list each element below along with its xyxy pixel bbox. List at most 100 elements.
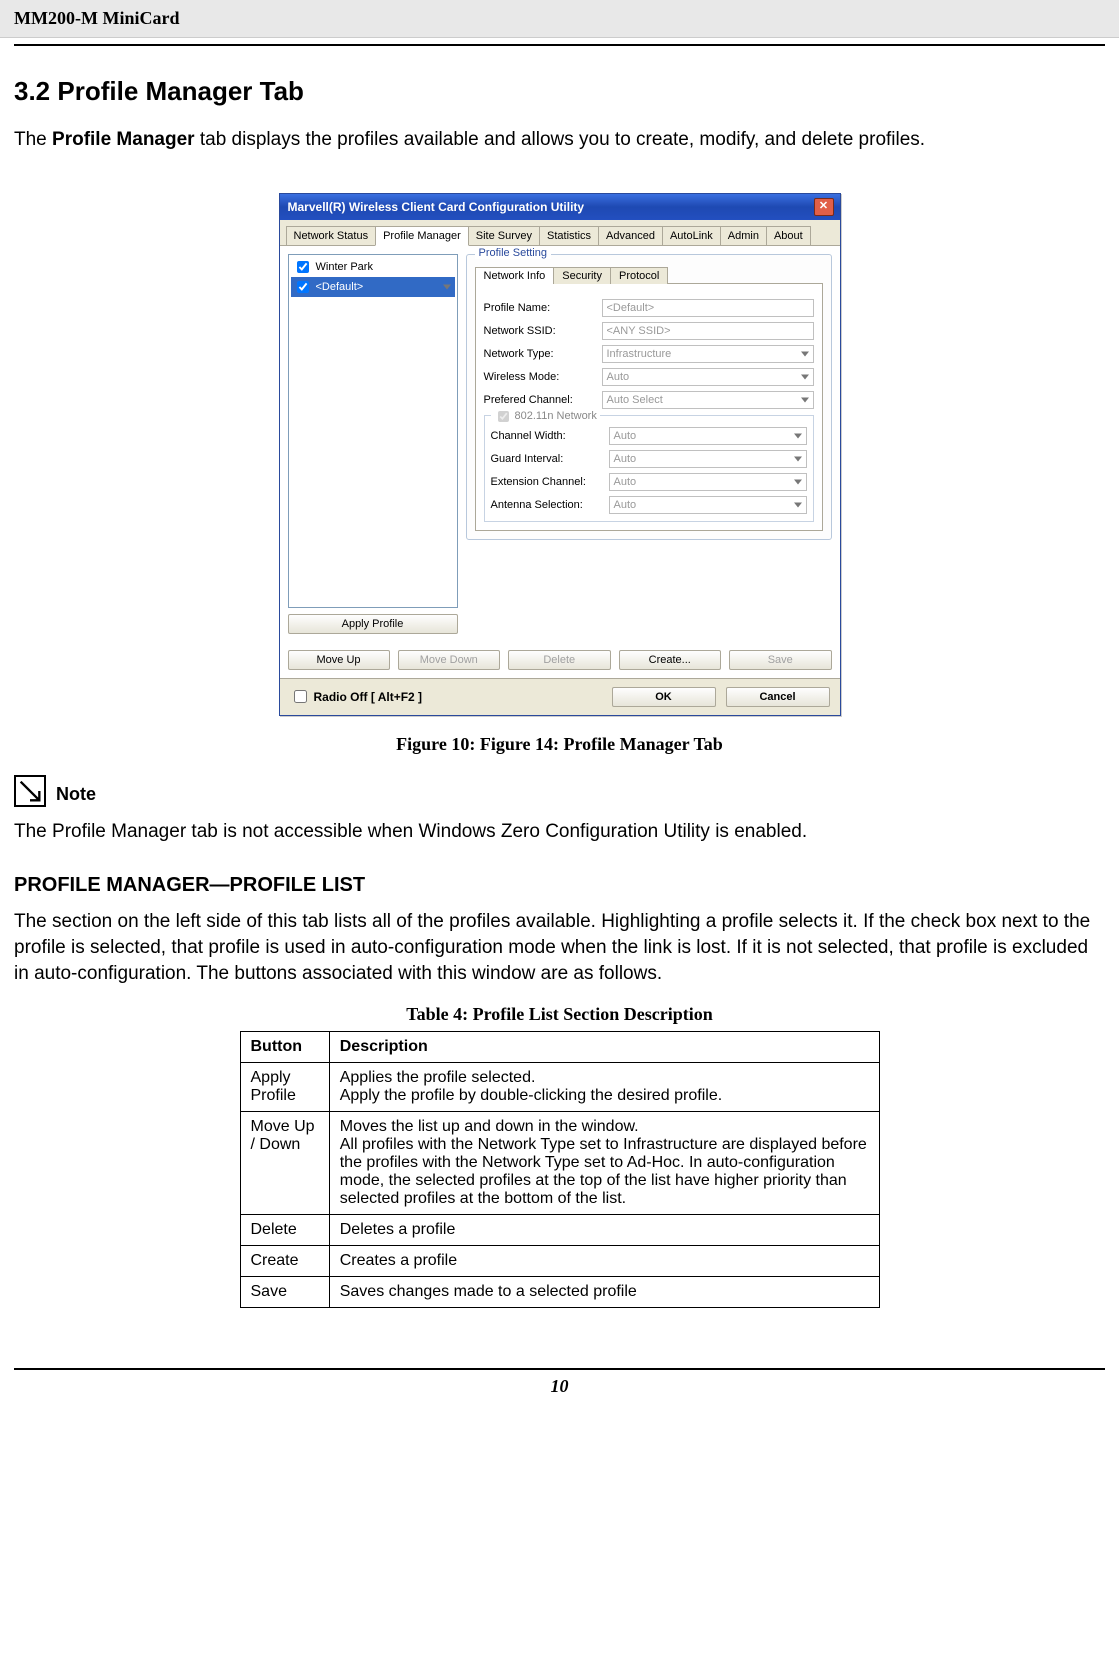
- figure-container: Marvell(R) Wireless Client Card Configur…: [14, 193, 1105, 716]
- profile-checkbox[interactable]: [297, 261, 309, 273]
- radio-off-label: Radio Off [ Alt+F2 ]: [314, 690, 423, 704]
- cancel-button[interactable]: Cancel: [726, 687, 830, 707]
- table-row: Delete Deletes a profile: [240, 1215, 879, 1246]
- table-cell: Save: [240, 1277, 329, 1308]
- note-row: Note: [14, 775, 1105, 807]
- tab-advanced[interactable]: Advanced: [598, 226, 663, 245]
- bottom-bar: Radio Off [ Alt+F2 ] OK Cancel: [280, 678, 840, 715]
- table-header-button: Button: [240, 1032, 329, 1063]
- network-ssid-label: Network SSID:: [484, 325, 596, 337]
- profile-name-label: Profile Name:: [484, 302, 596, 314]
- delete-button[interactable]: Delete: [508, 650, 611, 670]
- dialog-title: Marvell(R) Wireless Client Card Configur…: [288, 200, 585, 214]
- sub-legend: 802.11n Network: [491, 408, 600, 425]
- intro-paragraph: The Profile Manager tab displays the pro…: [14, 127, 1105, 153]
- settings-column: Profile Setting Network Info Security Pr…: [466, 254, 832, 634]
- table-caption: Table 4: Profile List Section Descriptio…: [14, 1004, 1105, 1025]
- profile-list-heading: PROFILE MANAGER—PROFILE LIST: [14, 874, 1105, 897]
- move-down-button[interactable]: Move Down: [398, 650, 501, 670]
- table-cell: Saves changes made to a selected profile: [329, 1277, 879, 1308]
- 80211n-fieldset: 802.11n Network Channel Width: Auto Guar…: [484, 415, 814, 522]
- profile-name-field[interactable]: <Default>: [602, 299, 814, 317]
- move-up-button[interactable]: Move Up: [288, 650, 390, 670]
- note-label: Note: [56, 784, 96, 807]
- extension-channel-select[interactable]: Auto: [609, 473, 807, 491]
- table-row: Save Saves changes made to a selected pr…: [240, 1277, 879, 1308]
- table-cell: Creates a profile: [329, 1246, 879, 1277]
- channel-width-label: Channel Width:: [491, 430, 603, 442]
- inner-tab-protocol[interactable]: Protocol: [610, 267, 668, 284]
- dialog-body: Winter Park <Default> Apply Profile: [280, 246, 840, 642]
- radio-off-row[interactable]: Radio Off [ Alt+F2 ]: [290, 687, 423, 706]
- tab-site-survey[interactable]: Site Survey: [468, 226, 540, 245]
- table-cell: Moves the list up and down in the window…: [329, 1112, 879, 1215]
- page-number: 10: [14, 1376, 1105, 1417]
- table-cell: Deletes a profile: [329, 1215, 879, 1246]
- profile-setting-fieldset: Profile Setting Network Info Security Pr…: [466, 254, 832, 540]
- tab-autolink[interactable]: AutoLink: [662, 226, 721, 245]
- table-row: Move Up / Down Moves the list up and dow…: [240, 1112, 879, 1215]
- profile-checkbox[interactable]: [297, 281, 309, 293]
- tab-about[interactable]: About: [766, 226, 811, 245]
- channel-width-select[interactable]: Auto: [609, 427, 807, 445]
- wireless-mode-label: Wireless Mode:: [484, 371, 596, 383]
- table-row: Create Creates a profile: [240, 1246, 879, 1277]
- table-header-description: Description: [329, 1032, 879, 1063]
- profile-list-column: Winter Park <Default> Apply Profile: [288, 254, 458, 634]
- footer-divider: [14, 1368, 1105, 1370]
- config-dialog: Marvell(R) Wireless Client Card Configur…: [279, 193, 841, 716]
- inner-tab-security[interactable]: Security: [553, 267, 611, 284]
- profile-list[interactable]: Winter Park <Default>: [288, 254, 458, 608]
- apply-profile-button[interactable]: Apply Profile: [288, 614, 458, 634]
- divider: [14, 44, 1105, 46]
- intro-suffix: tab displays the profiles available and …: [195, 129, 926, 150]
- action-row: Move Up Move Down Delete Create... Save: [280, 642, 840, 678]
- guard-interval-select[interactable]: Auto: [609, 450, 807, 468]
- table-cell: Create: [240, 1246, 329, 1277]
- profile-list-text: The section on the left side of this tab…: [14, 909, 1105, 986]
- dialog-tabs: Network Status Profile Manager Site Surv…: [280, 220, 840, 246]
- note-text: The Profile Manager tab is not accessibl…: [14, 819, 1105, 845]
- profile-item[interactable]: Winter Park: [291, 257, 455, 277]
- intro-bold: Profile Manager: [52, 129, 195, 150]
- extension-channel-label: Extension Channel:: [491, 476, 603, 488]
- profile-item-label: <Default>: [316, 281, 364, 293]
- table-cell: Apply Profile: [240, 1063, 329, 1112]
- create-button[interactable]: Create...: [619, 650, 722, 670]
- tab-profile-manager[interactable]: Profile Manager: [375, 226, 469, 246]
- section-title: 3.2 Profile Manager Tab: [14, 76, 1105, 107]
- table-cell: Move Up / Down: [240, 1112, 329, 1215]
- antenna-selection-select[interactable]: Auto: [609, 496, 807, 514]
- close-icon[interactable]: ✕: [814, 198, 834, 216]
- inner-panel: Profile Name: <Default> Network SSID: <A…: [475, 283, 823, 531]
- guard-interval-label: Guard Interval:: [491, 453, 603, 465]
- sub-legend-label: 802.11n Network: [515, 410, 597, 422]
- table-row: Apply Profile Applies the profile select…: [240, 1063, 879, 1112]
- tab-network-status[interactable]: Network Status: [286, 226, 377, 245]
- inner-tabs: Network Info Security Protocol: [475, 267, 823, 284]
- profile-item-selected[interactable]: <Default>: [291, 277, 455, 297]
- profile-list-table: Button Description Apply Profile Applies…: [240, 1031, 880, 1308]
- tab-statistics[interactable]: Statistics: [539, 226, 599, 245]
- network-type-select[interactable]: Infrastructure: [602, 345, 814, 363]
- inner-tab-network-info[interactable]: Network Info: [475, 267, 555, 284]
- table-cell: Delete: [240, 1215, 329, 1246]
- ok-button[interactable]: OK: [612, 687, 716, 707]
- intro-prefix: The: [14, 129, 52, 150]
- save-button[interactable]: Save: [729, 650, 832, 670]
- wireless-mode-select[interactable]: Auto: [602, 368, 814, 386]
- network-type-label: Network Type:: [484, 348, 596, 360]
- tab-admin[interactable]: Admin: [720, 226, 767, 245]
- prefered-channel-select[interactable]: Auto Select: [602, 391, 814, 409]
- doc-header: MM200-M MiniCard: [0, 0, 1119, 38]
- table-cell: Applies the profile selected. Apply the …: [329, 1063, 879, 1112]
- prefered-channel-label: Prefered Channel:: [484, 394, 596, 406]
- 80211n-checkbox[interactable]: [498, 411, 509, 422]
- fieldset-legend: Profile Setting: [475, 247, 551, 259]
- radio-off-checkbox[interactable]: [294, 690, 307, 703]
- figure-caption: Figure 10: Figure 14: Profile Manager Ta…: [14, 734, 1105, 755]
- network-ssid-field[interactable]: <ANY SSID>: [602, 322, 814, 340]
- dialog-titlebar: Marvell(R) Wireless Client Card Configur…: [280, 194, 840, 220]
- profile-item-label: Winter Park: [316, 261, 373, 273]
- antenna-selection-label: Antenna Selection:: [491, 499, 603, 511]
